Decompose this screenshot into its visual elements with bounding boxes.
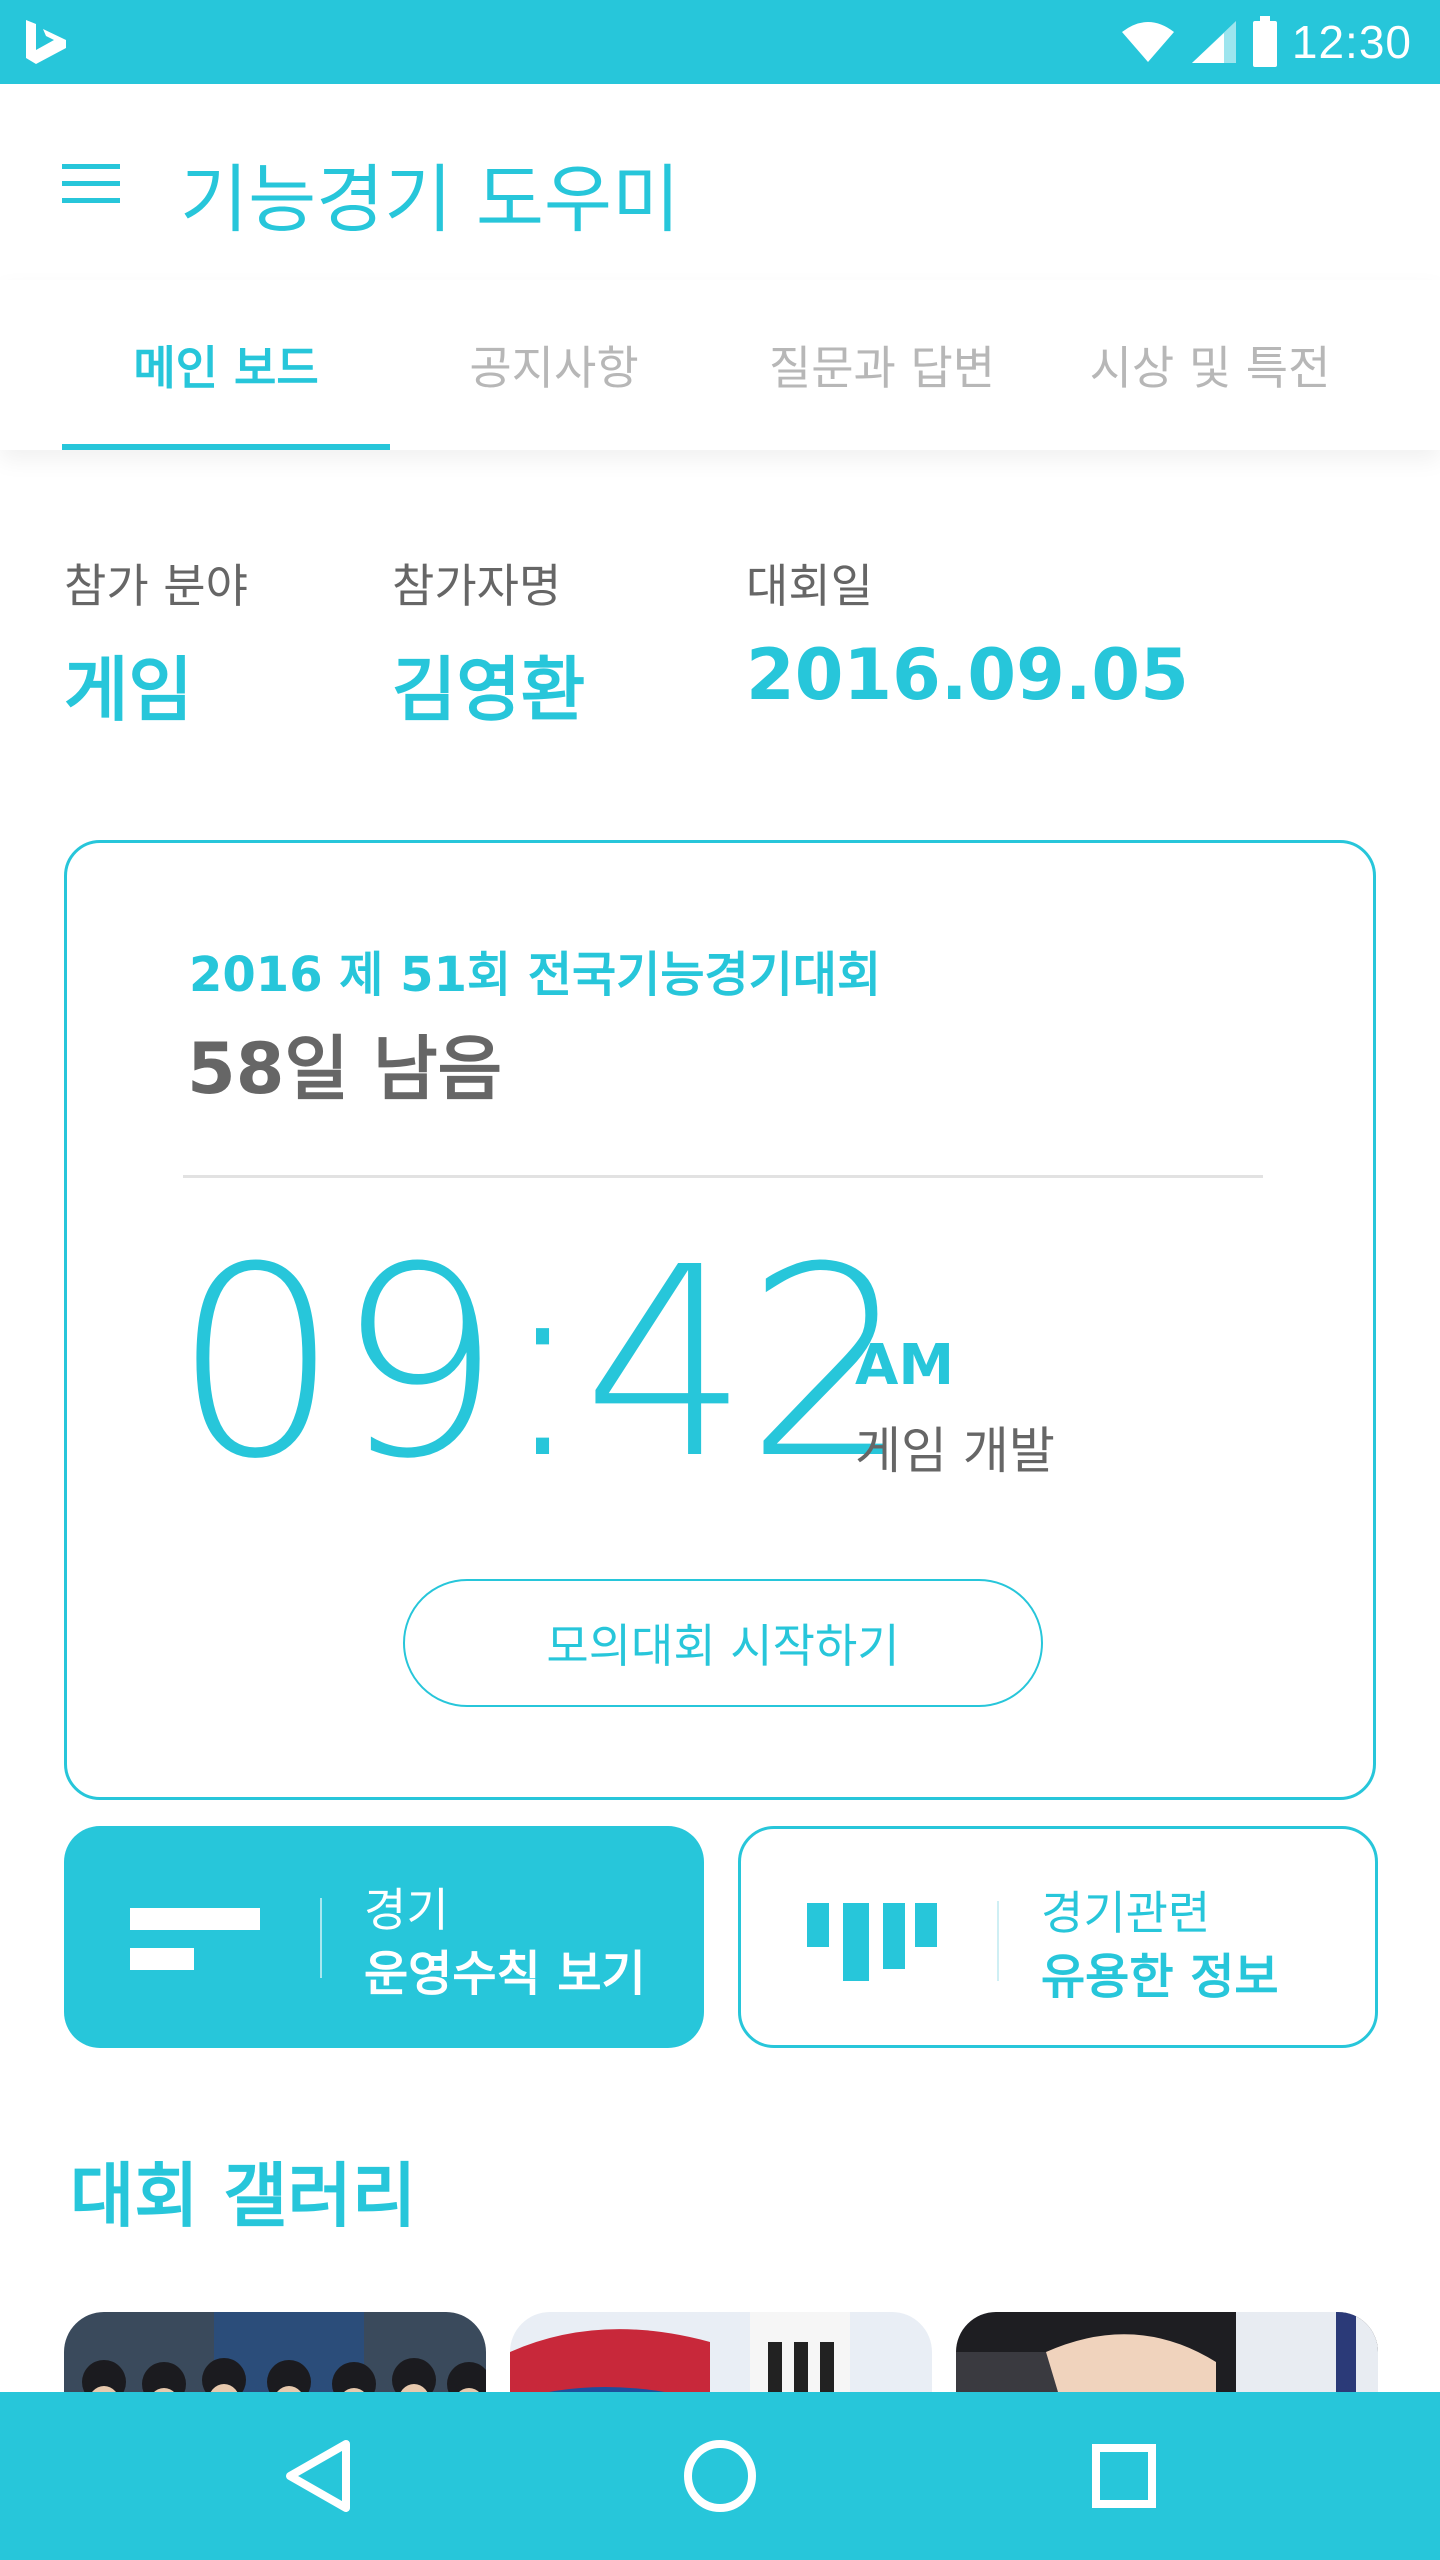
info-bottom-label: 유용한 정보 bbox=[1041, 1949, 1279, 2005]
action-separator bbox=[320, 1898, 322, 1978]
bing-logo-icon bbox=[26, 20, 66, 64]
info-date-value: 2016.09.05 bbox=[746, 634, 1189, 716]
rules-top-label: 경기 bbox=[364, 1883, 449, 1937]
tab-notices[interactable]: 공지사항 bbox=[390, 280, 718, 450]
info-date: 대회일 2016.09.05 bbox=[746, 550, 1189, 716]
useful-info-button[interactable]: 경기관련 유용한 정보 bbox=[738, 1826, 1378, 2048]
days-left: 58일 남음 bbox=[187, 1028, 502, 1110]
cellular-signal-icon bbox=[1191, 21, 1236, 63]
info-participant-value: 김영환 bbox=[392, 649, 586, 731]
app-bar: 기능경기 도우미 bbox=[0, 84, 1440, 280]
active-tab-indicator bbox=[62, 444, 390, 450]
battery-icon bbox=[1252, 16, 1277, 67]
tab-qna[interactable]: 질문과 답변 bbox=[718, 280, 1046, 450]
tab-awards[interactable]: 시상 및 특전 bbox=[1046, 280, 1374, 450]
event-title: 2016 제 51회 전국기능경기대회 bbox=[189, 947, 882, 1003]
info-participant: 참가자명 김영환 bbox=[392, 550, 585, 735]
document-lines-icon bbox=[130, 1908, 260, 1970]
recents-square-icon[interactable] bbox=[1074, 2426, 1174, 2526]
info-date-label: 대회일 bbox=[746, 559, 873, 613]
info-field: 참가 분야 게임 bbox=[64, 550, 248, 735]
category-label: 게임 개발 bbox=[855, 1422, 1055, 1480]
info-field-label: 참가 분야 bbox=[64, 559, 248, 613]
info-top-label: 경기관련 bbox=[1041, 1886, 1211, 1940]
clock-time-text: 12:30 bbox=[1291, 16, 1412, 68]
rules-bottom-label: 운영수칙 보기 bbox=[364, 1946, 646, 2002]
info-participant-label: 참가자명 bbox=[392, 559, 562, 613]
home-circle-icon[interactable] bbox=[670, 2426, 770, 2526]
action-separator bbox=[997, 1901, 999, 1981]
system-nav-bar bbox=[0, 2392, 1440, 2560]
status-bar: 12:30 bbox=[0, 0, 1440, 84]
start-mock-contest-button[interactable]: 모의대회 시작하기 bbox=[403, 1579, 1043, 1707]
view-rules-button[interactable]: 경기 운영수칙 보기 bbox=[64, 1826, 704, 2048]
tab-main-board[interactable]: 메인 보드 bbox=[62, 280, 390, 450]
countdown-card: 2016 제 51회 전국기능경기대회 58일 남음 09:42 AM 게임 개… bbox=[64, 840, 1376, 1800]
tab-bar: 메인 보드 공지사항 질문과 답변 시상 및 특전 bbox=[0, 280, 1440, 450]
app-title: 기능경기 도우미 bbox=[180, 157, 681, 243]
hamburger-menu-icon[interactable] bbox=[62, 162, 120, 206]
card-divider bbox=[183, 1175, 1263, 1178]
back-triangle-icon[interactable] bbox=[268, 2426, 368, 2526]
info-field-value: 게임 bbox=[64, 649, 193, 731]
wifi-icon bbox=[1121, 22, 1174, 62]
ampm-label: AM bbox=[855, 1333, 955, 1398]
countdown-clock: 09:42 bbox=[173, 1211, 912, 1516]
gallery-title: 대회 갤러리 bbox=[70, 2155, 417, 2237]
bar-graph-icon bbox=[807, 1903, 937, 1981]
